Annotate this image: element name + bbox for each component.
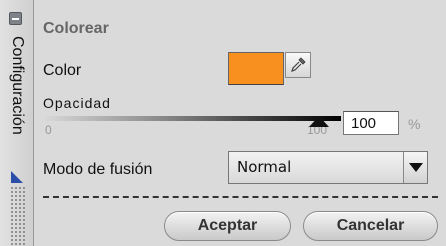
opacity-min-label: 0 [45, 123, 52, 137]
colorize-panel: Colorear Color Opacidad 0 100 % Modo de … [35, 0, 446, 246]
cancel-button[interactable]: Cancelar [303, 211, 438, 241]
opacity-slider[interactable] [45, 116, 341, 121]
blend-mode-select[interactable]: Normal [228, 151, 428, 184]
opacity-label: Opacidad [43, 95, 111, 111]
color-swatch[interactable] [228, 52, 284, 85]
eyedropper-button[interactable] [285, 52, 311, 78]
tab-configuracion[interactable]: Configuración [5, 36, 29, 166]
blend-mode-value: Normal [237, 158, 292, 176]
opacity-unit: % [408, 116, 421, 132]
grip-handle[interactable] [10, 186, 26, 246]
dropdown-arrow-icon[interactable] [403, 152, 427, 183]
side-tab-strip: Configuración [0, 0, 34, 246]
panel-title: Colorear [43, 20, 109, 37]
slider-thumb-icon[interactable] [309, 116, 329, 127]
blend-mode-label: Modo de fusión [43, 161, 153, 178]
color-label: Color [43, 62, 82, 79]
resize-corner-icon[interactable] [11, 171, 23, 183]
eyedropper-icon [291, 57, 306, 72]
divider [43, 196, 438, 198]
collapse-icon[interactable] [9, 12, 22, 25]
opacity-input[interactable] [343, 111, 399, 135]
accept-button[interactable]: Aceptar [164, 211, 291, 241]
